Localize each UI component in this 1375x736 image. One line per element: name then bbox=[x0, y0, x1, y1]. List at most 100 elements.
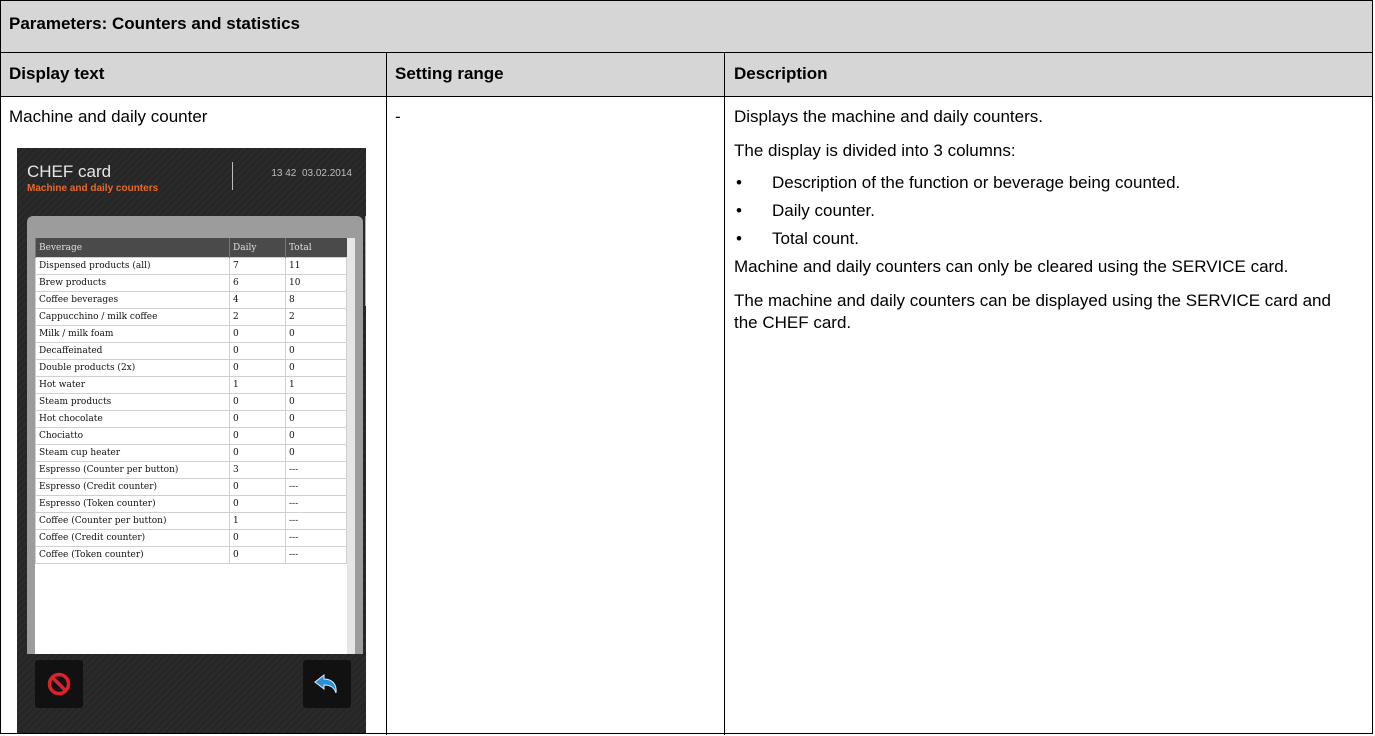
counter-row: Brew products 6 10 bbox=[35, 274, 347, 292]
display-text-value: Machine and daily counter bbox=[9, 107, 208, 126]
total-count: 2 bbox=[285, 308, 347, 326]
daily-count: 7 bbox=[229, 257, 286, 275]
counter-row: Espresso (Counter per button) 3 --- bbox=[35, 461, 347, 479]
counter-row: Chociatto 0 0 bbox=[35, 427, 347, 445]
bullet-item: • Daily counter. bbox=[734, 200, 1359, 222]
counter-row: Coffee (Counter per button) 1 --- bbox=[35, 512, 347, 530]
daily-count: 0 bbox=[229, 325, 286, 343]
beverage-name: Coffee beverages bbox=[35, 291, 230, 309]
scrollbar[interactable] bbox=[347, 238, 355, 654]
counter-row: Espresso (Credit counter) 0 --- bbox=[35, 478, 347, 496]
total-count: 11 bbox=[285, 257, 347, 275]
daily-count: 3 bbox=[229, 461, 286, 479]
daily-count: 2 bbox=[229, 308, 286, 326]
total-count: --- bbox=[285, 478, 347, 496]
total-count: 0 bbox=[285, 359, 347, 377]
beverage-name: Double products (2x) bbox=[35, 359, 230, 377]
bullet-item: • Description of the function or beverage… bbox=[734, 172, 1359, 194]
daily-count: 0 bbox=[229, 495, 286, 513]
daily-count: 0 bbox=[229, 427, 286, 445]
back-button[interactable] bbox=[303, 660, 351, 708]
beverage-name: Hot chocolate bbox=[35, 410, 230, 428]
daily-count: 6 bbox=[229, 274, 286, 292]
beverage-name: Steam cup heater bbox=[35, 444, 230, 462]
counter-row: Coffee (Credit counter) 0 --- bbox=[35, 529, 347, 547]
clear-button[interactable] bbox=[35, 660, 83, 708]
scrollbar-thumb[interactable] bbox=[365, 216, 366, 306]
total-count: 1 bbox=[285, 376, 347, 394]
daily-count: 0 bbox=[229, 359, 286, 377]
device-screenshot: CHEF card Machine and daily counters 13 … bbox=[17, 148, 366, 733]
total-count: 0 bbox=[285, 410, 347, 428]
column-header-beverage: Beverage bbox=[35, 238, 230, 258]
parameters-table: Parameters: Counters and statistics Disp… bbox=[0, 0, 1373, 735]
counter-row: Hot chocolate 0 0 bbox=[35, 410, 347, 428]
total-count: 0 bbox=[285, 325, 347, 343]
total-count: --- bbox=[285, 546, 347, 564]
beverage-name: Hot water bbox=[35, 376, 230, 394]
total-count: --- bbox=[285, 512, 347, 530]
daily-count: 0 bbox=[229, 393, 286, 411]
beverage-name: Coffee (Counter per button) bbox=[35, 512, 230, 530]
daily-count: 0 bbox=[229, 342, 286, 360]
counter-sheet[interactable]: Beverage Daily Total Dispensed products … bbox=[35, 238, 355, 654]
description-paragraph: Displays the machine and daily counters. bbox=[734, 107, 1043, 126]
beverage-name: Coffee (Credit counter) bbox=[35, 529, 230, 547]
screen-title: CHEF card bbox=[27, 162, 112, 181]
bullet-text: Total count. bbox=[772, 229, 859, 248]
bullet-item: • Total count. bbox=[734, 228, 1359, 250]
counter-row: Decaffeinated 0 0 bbox=[35, 342, 347, 360]
beverage-name: Milk / milk foam bbox=[35, 325, 230, 343]
total-count: 0 bbox=[285, 444, 347, 462]
description-paragraph: The machine and daily counters can be di… bbox=[734, 291, 1331, 332]
header-description: Description bbox=[734, 64, 828, 83]
daily-count: 0 bbox=[229, 410, 286, 428]
counter-row: Hot water 1 1 bbox=[35, 376, 347, 394]
counter-row: Steam cup heater 0 0 bbox=[35, 444, 347, 462]
beverage-name: Dispensed products (all) bbox=[35, 257, 230, 275]
total-count: 0 bbox=[285, 342, 347, 360]
description-cell: Displays the machine and daily counters.… bbox=[734, 106, 1359, 346]
column-divider bbox=[386, 53, 387, 735]
description-bullet-list: • Description of the function or beverage… bbox=[734, 172, 1359, 250]
daily-count: 4 bbox=[229, 291, 286, 309]
total-count: 10 bbox=[285, 274, 347, 292]
total-count: --- bbox=[285, 495, 347, 513]
screen-datetime: 13 42 03.02.2014 bbox=[271, 168, 352, 179]
beverage-name: Espresso (Token counter) bbox=[35, 495, 230, 513]
daily-count: 0 bbox=[229, 546, 286, 564]
counter-row: Steam products 0 0 bbox=[35, 393, 347, 411]
screen-subtitle: Machine and daily counters bbox=[27, 183, 159, 194]
beverage-name: Espresso (Counter per button) bbox=[35, 461, 230, 479]
description-paragraph: Machine and daily counters can only be c… bbox=[734, 257, 1289, 276]
counter-table: Beverage Daily Total Dispensed products … bbox=[35, 238, 347, 564]
daily-count: 0 bbox=[229, 444, 286, 462]
column-header-daily: Daily bbox=[229, 238, 286, 258]
beverage-name: Cappucchino / milk coffee bbox=[35, 308, 230, 326]
beverage-name: Decaffeinated bbox=[35, 342, 230, 360]
setting-range-value: - bbox=[395, 107, 401, 126]
beverage-name: Chociatto bbox=[35, 427, 230, 445]
no-entry-icon bbox=[47, 672, 71, 696]
screen-time: 13 42 bbox=[271, 168, 297, 179]
beverage-name: Steam products bbox=[35, 393, 230, 411]
counter-row: Milk / milk foam 0 0 bbox=[35, 325, 347, 343]
beverage-name: Espresso (Credit counter) bbox=[35, 478, 230, 496]
counter-row: Espresso (Token counter) 0 --- bbox=[35, 495, 347, 513]
table-title: Parameters: Counters and statistics bbox=[9, 14, 300, 33]
header-divider bbox=[232, 162, 233, 190]
total-count: --- bbox=[285, 529, 347, 547]
counter-row: Dispensed products (all) 7 11 bbox=[35, 257, 347, 275]
daily-count: 1 bbox=[229, 376, 286, 394]
bullet-icon: • bbox=[736, 201, 742, 220]
screen-date: 03.02.2014 bbox=[301, 168, 352, 179]
counter-row: Coffee beverages 4 8 bbox=[35, 291, 347, 309]
bullet-icon: • bbox=[736, 229, 742, 248]
setting-range-cell: - bbox=[395, 106, 401, 128]
total-count: 0 bbox=[285, 427, 347, 445]
daily-count: 0 bbox=[229, 529, 286, 547]
column-divider bbox=[724, 53, 725, 735]
back-arrow-icon bbox=[314, 673, 337, 694]
bullet-text: Daily counter. bbox=[772, 201, 875, 220]
bullet-icon: • bbox=[736, 173, 742, 192]
